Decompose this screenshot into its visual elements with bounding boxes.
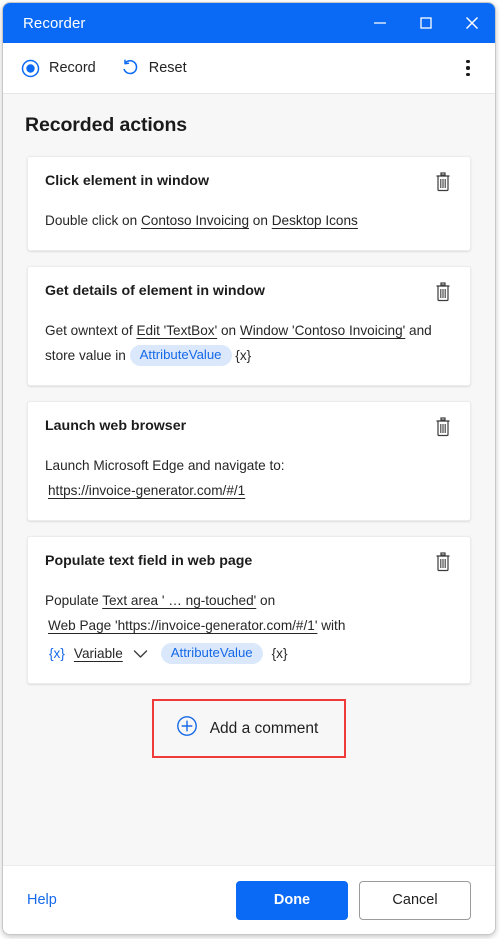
variable-selector-row: {x} Variable AttributeValue {x} [45,641,453,666]
window-title: Recorder [23,14,86,32]
cancel-button[interactable]: Cancel [359,880,471,920]
trash-icon [436,552,450,572]
action-card[interactable]: Click element in window Double click on … [27,156,471,251]
action-card-header: Launch web browser [45,417,453,438]
target-link[interactable]: Edit 'TextBox' [136,323,217,338]
action-card-header: Populate text field in web page [45,552,453,573]
trash-icon [436,417,450,437]
more-options-button[interactable] [455,53,481,83]
text-segment: on [256,593,276,608]
maximize-icon [419,16,433,30]
close-button[interactable] [449,3,495,43]
reset-label: Reset [148,60,187,76]
reset-button[interactable]: Reset [120,58,187,78]
target-url-link[interactable]: https://invoice-generator.com/#/1 [48,483,245,498]
trash-icon [436,282,450,302]
help-link[interactable]: Help [27,892,57,908]
delete-action-button[interactable] [433,281,453,303]
target-link[interactable]: Contoso Invoicing [141,213,249,228]
variable-token-right: {x} [271,646,288,661]
variable-token: {x} [235,348,252,363]
variable-token-left: {x} [49,646,65,661]
text-segment: on [249,213,272,228]
action-title: Populate text field in web page [45,553,253,569]
add-comment-button[interactable]: Add a comment [151,699,347,758]
action-title: Get details of element in window [45,283,265,299]
action-card-header: Click element in window [45,172,453,193]
action-description: Double click on Contoso Invoicing on Des… [45,208,453,233]
trash-icon [436,172,450,192]
action-title: Launch web browser [45,418,187,434]
record-icon [21,59,40,78]
text-segment: with [317,618,346,633]
record-button[interactable]: Record [21,59,96,78]
action-description: Get owntext of Edit 'TextBox' on Window … [45,318,453,368]
recorder-window: Recorder Record Reset Recorded actions C… [2,2,496,935]
maximize-button[interactable] [403,3,449,43]
action-card[interactable]: Get details of element in window Get own… [27,266,471,386]
minimize-button[interactable] [357,3,403,43]
title-bar: Recorder [3,3,495,43]
delete-action-button[interactable] [433,171,453,193]
text-segment: Double click on [45,213,141,228]
footer-buttons: Done Cancel [236,880,471,920]
action-card-header: Get details of element in window [45,282,453,303]
chevron-down-icon[interactable] [133,649,148,659]
footer-bar: Help Done Cancel [3,865,495,934]
text-segment: Populate [45,593,103,608]
delete-action-button[interactable] [433,551,453,573]
more-vertical-icon [466,58,470,78]
action-description: Populate Text area ' … ng-touched' on We… [45,588,453,666]
text-segment: Get owntext of [45,323,137,338]
action-card[interactable]: Populate text field in web page Populate… [27,536,471,684]
text-segment: Launch Microsoft Edge and navigate to: [45,458,285,473]
record-label: Record [49,60,96,76]
minimize-icon [373,16,387,30]
action-description: Launch Microsoft Edge and navigate to: h… [45,453,453,503]
plus-circle-icon [176,715,198,742]
target-link[interactable]: Text area ' … ng-touched' [102,593,256,608]
page-title: Recorded actions [25,114,188,136]
text-segment: on [217,323,240,338]
variable-pill[interactable]: AttributeValue [129,345,232,366]
action-title: Click element in window [45,173,209,189]
add-comment-row: Add a comment [27,699,471,758]
toolbar: Record Reset [3,43,495,94]
add-comment-label: Add a comment [209,719,319,737]
recorded-actions-list: Click element in window Double click on … [3,137,495,758]
delete-action-button[interactable] [433,416,453,438]
reset-icon [120,58,140,78]
action-card[interactable]: Launch web browser Launch Microsoft Edge… [27,401,471,521]
done-button[interactable]: Done [236,880,348,920]
variable-dropdown-label[interactable]: Variable [74,641,123,666]
target-link[interactable]: Window 'Contoso Invoicing' [240,323,405,338]
target-link[interactable]: Desktop Icons [272,213,358,228]
content-area: Recorded actions Click element in window [3,94,495,865]
target-webpage-link[interactable]: Web Page 'https://invoice-generator.com/… [48,618,317,633]
close-icon [464,15,480,31]
variable-pill[interactable]: AttributeValue [160,643,263,664]
